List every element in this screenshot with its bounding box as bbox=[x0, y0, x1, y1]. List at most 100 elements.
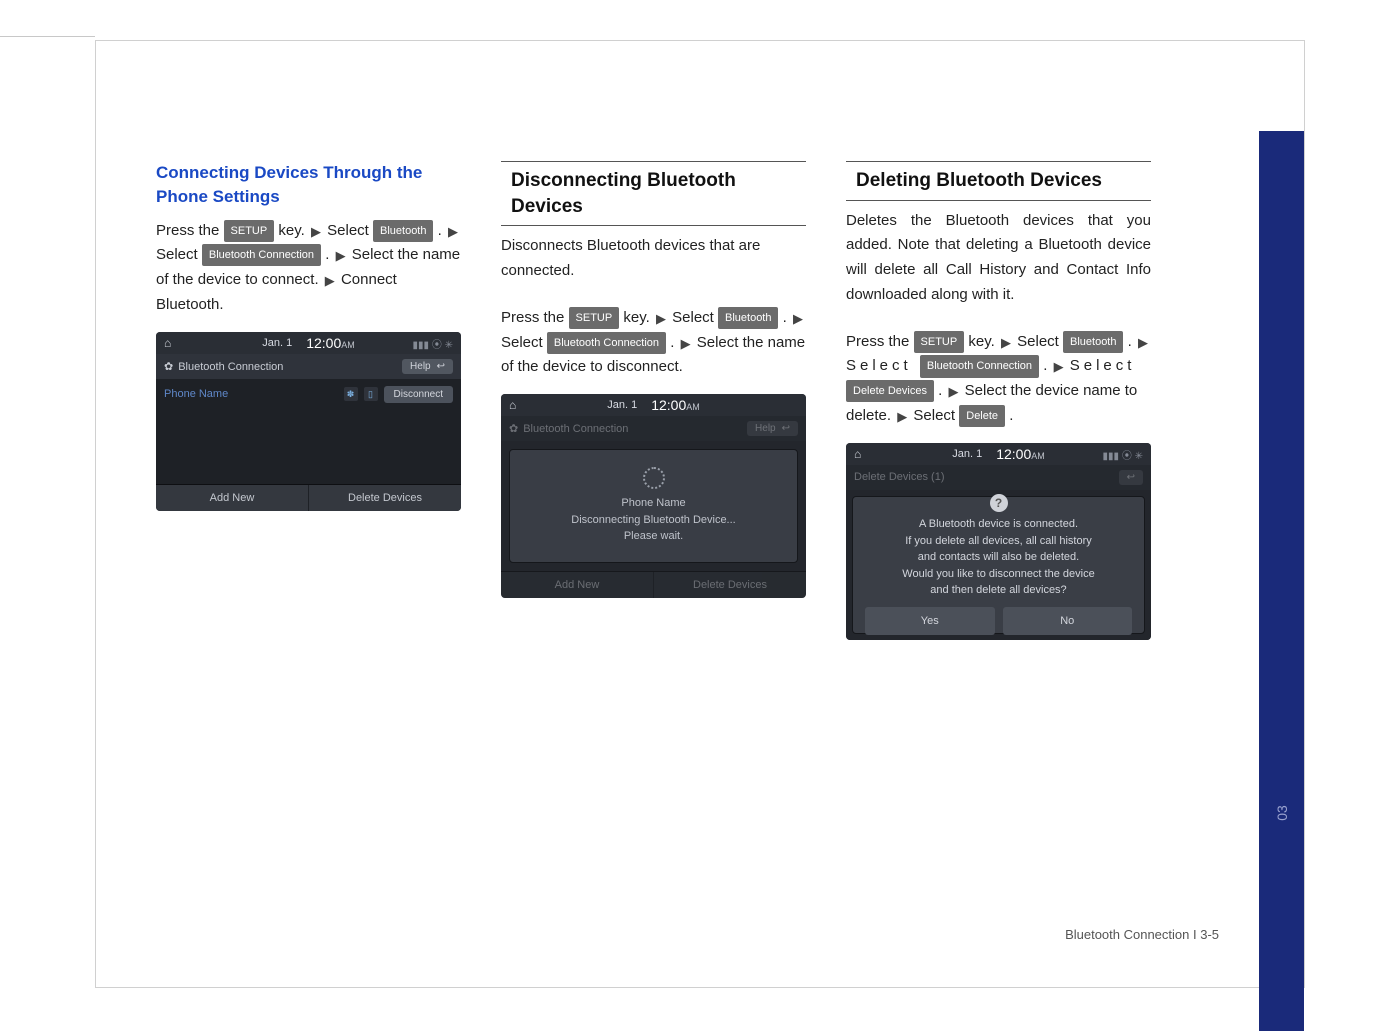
text: . bbox=[1128, 333, 1136, 350]
text: key. bbox=[278, 222, 309, 239]
text: key. bbox=[623, 309, 654, 326]
setup-key-label: SETUP bbox=[224, 220, 275, 242]
page-footer: Bluetooth Connection I 3-5 bbox=[1065, 927, 1219, 942]
bluetooth-label: Bluetooth bbox=[718, 307, 778, 329]
shot-ampm: AM bbox=[1031, 451, 1045, 461]
disconnect-button[interactable]: Disconnect bbox=[384, 386, 453, 403]
steps-connecting: Press the SETUP key. ▶ Select Bluetooth … bbox=[156, 219, 461, 318]
text: . bbox=[1009, 407, 1013, 424]
arrow-icon: ▶ bbox=[897, 406, 907, 427]
text: key. bbox=[968, 333, 999, 350]
text: Select bbox=[327, 222, 373, 239]
column-2: Disconnecting Bluetooth Devices Disconne… bbox=[501, 161, 806, 640]
modal-msg: and then delete all devices? bbox=[930, 582, 1066, 599]
arrow-icon: ▶ bbox=[949, 381, 959, 402]
add-new-button[interactable]: Add New bbox=[156, 485, 308, 511]
chapter-tab: 03 bbox=[1259, 131, 1304, 1031]
content-columns: Connecting Devices Through the Phone Set… bbox=[156, 161, 1226, 640]
shot-title: Delete Devices (1) bbox=[854, 471, 944, 483]
shot-time: 12:00 bbox=[996, 446, 1031, 462]
arrow-icon: ▶ bbox=[336, 245, 346, 266]
setup-key-label: SETUP bbox=[569, 307, 620, 329]
shot-footer: Add New Delete Devices bbox=[501, 571, 806, 598]
question-icon: ? bbox=[990, 494, 1008, 512]
text: Select bbox=[156, 246, 202, 263]
modal-msg: A Bluetooth device is connected. bbox=[919, 516, 1078, 533]
shot-statusbar: ⌂ Jan. 1 12:00AM ▮▮▮ ⦿ ✳ bbox=[846, 443, 1151, 465]
shot-ampm: AM bbox=[686, 402, 700, 412]
arrow-icon: ▶ bbox=[793, 308, 803, 329]
delete-label: Delete bbox=[959, 405, 1005, 427]
screenshot-disconnect: ⌂ Jan. 1 12:00AM ✿Bluetooth Connection H… bbox=[501, 394, 806, 598]
shot-title: Bluetooth Connection bbox=[523, 423, 628, 435]
arrow-icon: ▶ bbox=[1138, 332, 1148, 353]
column-3: Deleting Bluetooth Devices Deletes the B… bbox=[846, 161, 1151, 640]
setup-key-label: SETUP bbox=[914, 331, 965, 353]
text: Select bbox=[913, 407, 959, 424]
help-label: Help bbox=[410, 361, 431, 372]
phone-icon: ▯ bbox=[364, 387, 378, 401]
device-row[interactable]: Phone Name ✽ ▯ Disconnect bbox=[156, 379, 461, 410]
phone-name-label: Phone Name bbox=[164, 388, 228, 400]
crop-mark bbox=[0, 36, 95, 37]
text: Press the bbox=[846, 333, 914, 350]
gear-icon: ✿ bbox=[164, 361, 173, 373]
delete-devices-button[interactable]: Delete Devices bbox=[308, 485, 461, 511]
bluetooth-connection-label: Bluetooth Connection bbox=[547, 332, 666, 354]
bluetooth-connection-label: Bluetooth Connection bbox=[202, 244, 321, 266]
heading-connecting: Connecting Devices Through the Phone Set… bbox=[156, 161, 461, 209]
column-1: Connecting Devices Through the Phone Set… bbox=[156, 161, 461, 640]
text: Select bbox=[1070, 357, 1136, 374]
modal-wait: Please wait. bbox=[624, 528, 683, 545]
page: 03 Connecting Devices Through the Phone … bbox=[95, 40, 1305, 988]
home-icon: ⌂ bbox=[854, 447, 861, 461]
modal-msg: If you delete all devices, all call hist… bbox=[905, 533, 1091, 550]
home-icon: ⌂ bbox=[164, 336, 171, 350]
back-button: ↩ bbox=[1119, 470, 1143, 485]
text: . bbox=[783, 309, 791, 326]
shot-date: Jan. 1 bbox=[607, 399, 637, 411]
arrow-icon: ▶ bbox=[311, 221, 321, 242]
heading-box-delete: Deleting Bluetooth Devices bbox=[846, 161, 1151, 201]
delete-confirm-modal: ? A Bluetooth device is connected. If yo… bbox=[846, 490, 1151, 640]
modal-msg: and contacts will also be deleted. bbox=[918, 549, 1079, 566]
bluetooth-icon: ✽ bbox=[344, 387, 358, 401]
gear-icon: ✿ bbox=[509, 423, 518, 435]
intro-deleting: Deletes the Bluetooth devices that you a… bbox=[846, 209, 1151, 308]
shot-time: 12:00 bbox=[306, 335, 341, 351]
text: . bbox=[1043, 357, 1051, 374]
shot-footer: Add New Delete Devices bbox=[156, 484, 461, 511]
steps-disconnecting: Press the SETUP key. ▶ Select Bluetooth … bbox=[501, 306, 806, 380]
modal-msg: Would you like to disconnect the device bbox=[902, 566, 1094, 583]
bluetooth-connection-label: Bluetooth Connection bbox=[920, 355, 1039, 377]
arrow-icon: ▶ bbox=[1001, 332, 1011, 353]
intro-disconnecting: Disconnects Bluetooth devices that are c… bbox=[501, 234, 806, 284]
shot-empty bbox=[156, 410, 461, 484]
no-button[interactable]: No bbox=[1003, 607, 1133, 636]
modal-status: Disconnecting Bluetooth Device... bbox=[571, 512, 735, 529]
delete-devices-label: Delete Devices bbox=[846, 380, 934, 402]
heading-box-disconnect: Disconnecting Bluetooth Devices bbox=[501, 161, 806, 226]
text: . bbox=[938, 382, 946, 399]
help-button[interactable]: Help ↩ bbox=[402, 359, 453, 374]
shot-time: 12:00 bbox=[651, 397, 686, 413]
heading-disconnecting: Disconnecting Bluetooth Devices bbox=[511, 168, 806, 219]
shot-date: Jan. 1 bbox=[952, 448, 982, 460]
disconnect-modal: Phone Name Disconnecting Bluetooth Devic… bbox=[501, 441, 806, 571]
modal-phone-name: Phone Name bbox=[621, 495, 685, 512]
signal-icons: ▮▮▮ ⦿ ✳ bbox=[413, 336, 453, 351]
chapter-number: 03 bbox=[1274, 805, 1290, 821]
arrow-icon: ▶ bbox=[325, 270, 335, 291]
shot-header: Delete Devices (1) ↩ bbox=[846, 465, 1151, 490]
text: Select bbox=[846, 357, 920, 374]
shot-statusbar: ⌂ Jan. 1 12:00AM ▮▮▮ ⦿ ✳ bbox=[156, 332, 461, 354]
shot-title: Bluetooth Connection bbox=[178, 361, 283, 373]
device-row-right: ✽ ▯ Disconnect bbox=[344, 386, 453, 403]
steps-deleting: Press the SETUP key. ▶ Select Bluetooth … bbox=[846, 330, 1151, 429]
shot-statusbar: ⌂ Jan. 1 12:00AM bbox=[501, 394, 806, 416]
arrow-icon: ▶ bbox=[1054, 356, 1064, 377]
arrow-icon: ▶ bbox=[448, 221, 458, 242]
text: Press the bbox=[501, 309, 569, 326]
yes-button[interactable]: Yes bbox=[865, 607, 995, 636]
back-icon: ↩ bbox=[782, 423, 790, 434]
